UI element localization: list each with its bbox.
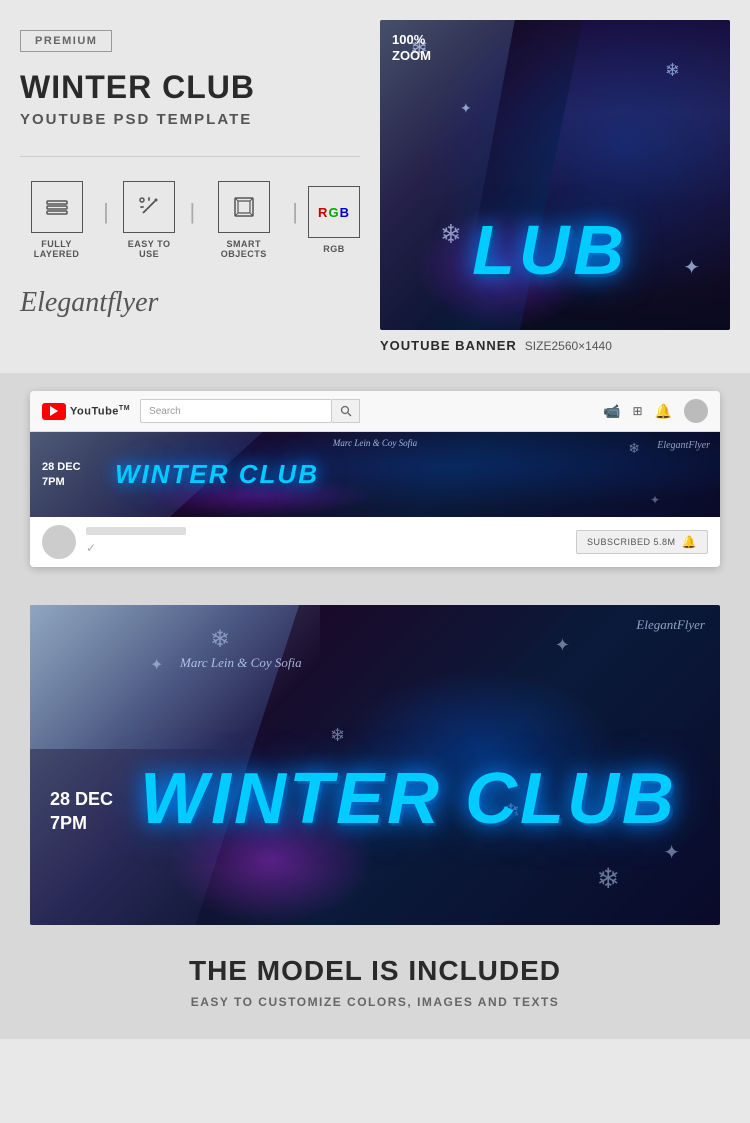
brand-logo: Elegantflyer: [20, 287, 158, 319]
sub-title: YOUTUBE PSD TEMPLATE: [20, 111, 252, 128]
features-row: FULLY LAYERED | EASY TO USE: [20, 181, 360, 259]
top-section: PREMIUM WINTER CLUB YOUTUBE PSD TEMPLATE…: [0, 0, 750, 373]
yt-channel-info: ✓: [86, 527, 566, 557]
large-banner-brand-label: ElegantFlyer: [636, 617, 705, 633]
yt-bell-icon[interactable]: 🔔: [655, 403, 672, 420]
snowflake-2: ❄: [665, 60, 680, 81]
bottom-sub-title: EASY TO CUSTOMIZE COLORS, IMAGES AND TEX…: [30, 995, 720, 1009]
feature-smart: SMART OBJECTS: [205, 181, 282, 259]
yt-search-box[interactable]: Search: [140, 399, 332, 423]
main-title: WINTER CLUB: [20, 70, 255, 105]
large-banner-title-text: WINTER CLUB: [140, 758, 677, 840]
sep2: |: [189, 201, 195, 223]
feature-easy-label: EASY TO USE: [119, 239, 180, 259]
feature-layers-label: FULLY LAYERED: [20, 239, 93, 259]
banner-label-row: YOUTUBE BANNER SIZE2560×1440: [380, 338, 730, 353]
youtube-logo-icon: [42, 403, 66, 420]
large-snowflake-2: ✦: [150, 655, 163, 675]
yt-verify-icon: ✓: [86, 541, 96, 555]
yt-grid-icon[interactable]: ⊞: [633, 404, 643, 418]
yt-channel-row: ✓ SUBSCRIBED 5.8M 🔔: [30, 517, 720, 567]
large-snowflake-1: ❄: [210, 625, 230, 654]
smart-objects-icon: [218, 181, 270, 233]
yt-subscribe-bell: 🔔: [682, 535, 697, 549]
yt-banner-title: WINTER CLUB: [115, 459, 319, 490]
yt-banner-artist: Marc Lein & Coy Sofia: [333, 438, 417, 448]
yt-channel-name-bar: [86, 527, 186, 535]
youtube-section: YouTubeTM Search 📹 ⊞ 🔔 Marc: [0, 373, 750, 585]
rgb-text: RGB: [318, 205, 350, 220]
right-preview: ❄ ❄ ❄ ✦ ✦ 100% ZOOM LUB YOUTUBE BANNER S…: [380, 20, 730, 353]
large-banner-date-label: 28 DEC 7PM: [50, 788, 113, 835]
snowflake-5: ✦: [460, 100, 472, 117]
large-banner: ❄ ✦ ❄ ✦ ❄ ❄ ✦ ElegantFlyer Marc Lein & C…: [30, 605, 720, 925]
yt-subscribe-label: SUBSCRIBED 5.8M: [587, 537, 676, 547]
layers-icon: [31, 181, 83, 233]
wand-icon: [123, 181, 175, 233]
youtube-play-triangle: [50, 406, 58, 416]
sep1: |: [103, 201, 109, 223]
yt-user-avatar[interactable]: [684, 399, 708, 423]
yt-banner: Marc Lein & Coy Sofia 28 DEC 7PM WINTER …: [30, 432, 720, 517]
ice-texture: [30, 605, 320, 749]
yt-nav-icons: 📹 ⊞ 🔔: [603, 399, 708, 423]
divider: [20, 156, 360, 157]
banner-type: YOUTUBE BANNER: [380, 338, 517, 353]
rgb-icon: RGB: [308, 186, 360, 238]
yt-banner-brand: ElegantFlyer: [657, 440, 710, 451]
yt-banner-date: 28 DEC 7PM: [42, 460, 81, 489]
large-banner-artist-label: Marc Lein & Coy Sofia: [180, 655, 302, 671]
large-snowflake-5: ❄: [330, 725, 345, 746]
preview-title: LUB: [472, 211, 628, 289]
feature-rgb: RGB RGB: [308, 186, 360, 254]
feature-easy: EASY TO USE: [119, 181, 180, 259]
yt-snowflake-2: ✦: [650, 493, 660, 507]
yt-topbar: YouTubeTM Search 📹 ⊞ 🔔: [30, 391, 720, 432]
yt-snowflake-1: ❄: [628, 440, 640, 457]
bottom-text-section: THE MODEL IS INCLUDED EASY TO CUSTOMIZE …: [0, 935, 750, 1039]
banner-size: SIZE2560×1440: [525, 339, 612, 353]
yt-video-icon[interactable]: 📹: [603, 403, 620, 420]
feature-rgb-label: RGB: [323, 244, 345, 254]
yt-logo-area: YouTubeTM: [42, 403, 130, 420]
large-snowflake-7: ✦: [555, 635, 570, 656]
preview-image: ❄ ❄ ❄ ✦ ✦ 100% ZOOM LUB: [380, 20, 730, 330]
large-snowflake-4: ✦: [663, 840, 680, 865]
yt-search-button[interactable]: [332, 399, 360, 423]
zoom-badge: 100% ZOOM: [392, 32, 431, 63]
yt-channel-avatar: [42, 525, 76, 559]
bottom-main-title: THE MODEL IS INCLUDED: [30, 955, 720, 987]
yt-search-placeholder: Search: [149, 406, 181, 417]
large-snowflake-3: ❄: [597, 862, 620, 895]
large-banner-section: ❄ ✦ ❄ ✦ ❄ ❄ ✦ ElegantFlyer Marc Lein & C…: [0, 585, 750, 935]
left-info: PREMIUM WINTER CLUB YOUTUBE PSD TEMPLATE…: [20, 20, 360, 353]
youtube-mockup: YouTubeTM Search 📹 ⊞ 🔔 Marc: [30, 391, 720, 567]
yt-subscribe-button[interactable]: SUBSCRIBED 5.8M 🔔: [576, 530, 708, 554]
feature-smart-label: SMART OBJECTS: [205, 239, 282, 259]
yt-logo-text: YouTubeTM: [70, 405, 130, 418]
feature-layers: FULLY LAYERED: [20, 181, 93, 259]
sep3: |: [292, 201, 298, 223]
premium-badge: PREMIUM: [20, 30, 112, 52]
yt-search-area[interactable]: Search: [140, 399, 360, 423]
